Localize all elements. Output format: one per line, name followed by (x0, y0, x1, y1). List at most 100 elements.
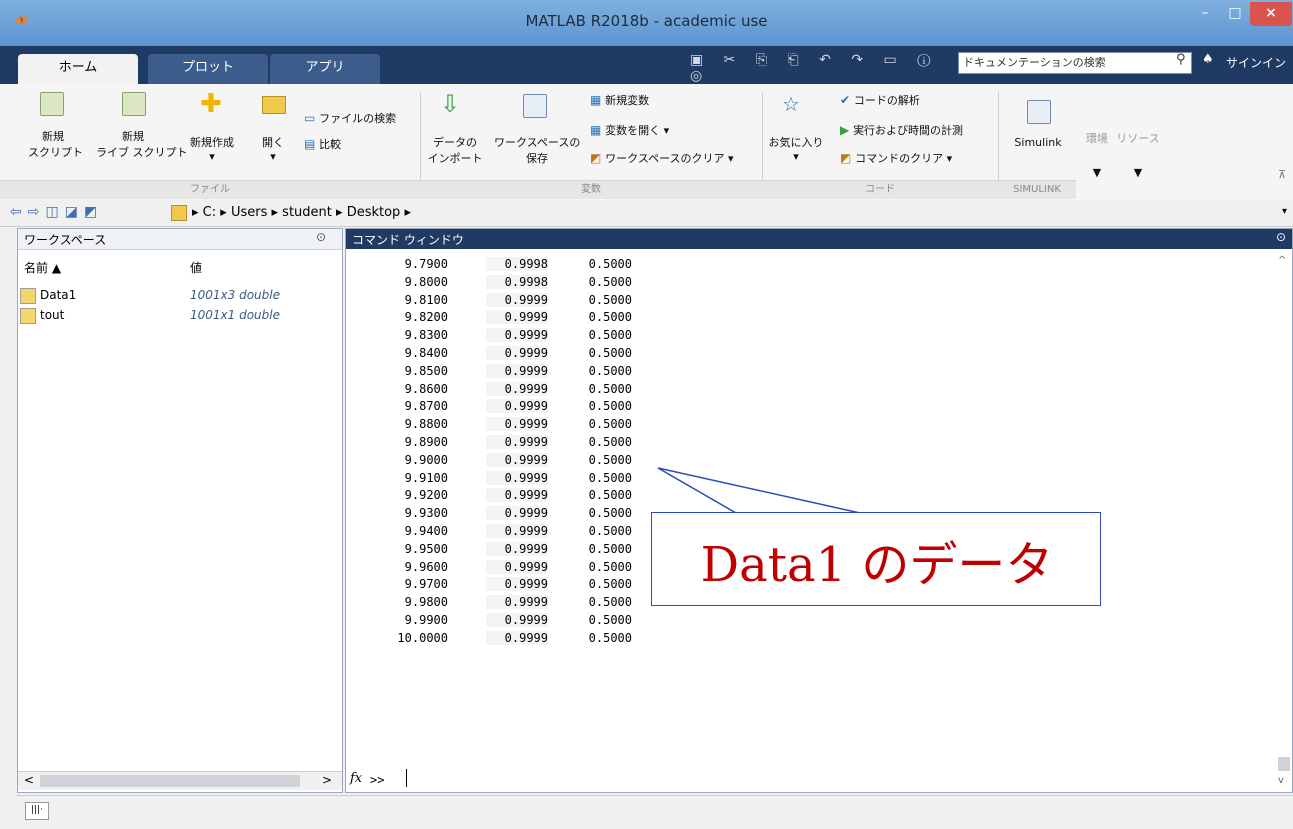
run-and-time-button[interactable]: ▶ 実行および時間の計測 (840, 122, 963, 138)
output-cell: 0.9999 (486, 630, 548, 645)
environment-button[interactable]: 環境 ▼ (1080, 130, 1114, 179)
browse-folder-icon[interactable]: ◪ (65, 204, 84, 220)
output-cell: 0.5000 (588, 577, 632, 592)
output-cell: 0.9998 (486, 257, 548, 271)
output-cell: 9.9700 (404, 577, 448, 592)
clear-commands-icon: ◩ (840, 151, 852, 165)
output-cell: 9.9000 (404, 452, 448, 467)
column-header-value[interactable]: 値 (190, 259, 202, 276)
import-data-button[interactable]: データの インポート (424, 134, 486, 166)
output-cell: 0.5000 (588, 292, 632, 307)
up-folder-icon[interactable]: ◫ (45, 204, 64, 220)
panel-menu-icon[interactable]: ⊙ (316, 230, 326, 244)
output-row: 9.8400 0.9999 0.5000 (346, 346, 646, 364)
status-bar-icon[interactable]: |||· (25, 802, 49, 820)
sign-in-link[interactable]: サインイン (1226, 54, 1292, 71)
output-cell: 0.5000 (588, 310, 632, 325)
breadcrumb-item[interactable]: student (282, 205, 332, 220)
tab-home[interactable]: ホーム (18, 54, 138, 84)
callout-text: Data1 のデータ (700, 537, 1054, 593)
scroll-right-icon[interactable]: > (322, 773, 332, 787)
output-cell: 9.8900 (404, 435, 448, 449)
breadcrumb-item[interactable]: Desktop (347, 205, 401, 220)
output-row: 9.9600 0.9999 0.5000 (346, 559, 646, 578)
output-row: 9.9100 0.9999 0.5000 (346, 470, 646, 489)
command-window-title: コマンド ウィンドウ (352, 233, 464, 247)
import-data-icon: ⇩ (440, 90, 461, 118)
find-files-button[interactable]: ▭ ファイルの検索 (304, 110, 414, 126)
open-button[interactable]: 開く ▾ (256, 134, 290, 163)
variable-name: Data1 (40, 288, 77, 302)
resources-button[interactable]: リソース ▼ (1116, 130, 1160, 179)
scroll-left-icon[interactable]: < (24, 773, 34, 787)
output-cell: 0.9999 (486, 328, 548, 343)
output-cell: 0.9999 (486, 399, 548, 414)
back-icon[interactable]: ⇦ (10, 204, 28, 220)
tab-apps[interactable]: アプリ (270, 54, 380, 84)
output-row: 9.8500 0.9999 0.5000 (346, 363, 646, 382)
analyze-code-button[interactable]: ✔ コードの解析 (840, 92, 920, 108)
workspace-row[interactable]: Data1 1001x3 double (18, 287, 342, 305)
new-variable-button[interactable]: ▦ 新規変数 (590, 92, 649, 108)
output-cell: 0.9999 (486, 524, 548, 538)
compare-icon: ▤ (304, 137, 316, 151)
scroll-down-icon[interactable]: v (1278, 775, 1284, 786)
callout-box: Data1 のデータ (651, 512, 1101, 606)
search-icon[interactable]: ⚲ (1176, 52, 1186, 67)
forward-icon[interactable]: ⇨ (28, 204, 46, 220)
documentation-search-input[interactable]: ドキュメンテーションの検索 (958, 52, 1192, 74)
output-cell: 9.9300 (404, 506, 448, 521)
panel-menu-icon[interactable]: ⊙ (1276, 230, 1286, 244)
output-cell: 0.9998 (486, 274, 548, 289)
output-cell: 0.5000 (588, 435, 632, 449)
output-cell: 10.0000 (397, 630, 448, 645)
workspace-title: ワークスペース (24, 233, 107, 247)
maximize-button[interactable]: □ (1220, 2, 1250, 26)
callout-pointer (657, 467, 861, 514)
favorites-button[interactable]: お気に入り ▾ (764, 134, 828, 163)
command-window-header: コマンド ウィンドウ ⊙ (346, 229, 1292, 249)
plus-icon: ✚ (200, 89, 222, 119)
output-cell: 9.8000 (404, 274, 448, 289)
function-browser-icon[interactable]: fx (350, 771, 362, 786)
horizontal-scrollbar[interactable]: < > (18, 771, 342, 790)
compare-button[interactable]: ▤ 比較 (304, 136, 384, 152)
minimize-button[interactable]: – (1190, 2, 1220, 26)
new-button[interactable]: 新規作成 ▾ (184, 134, 240, 163)
close-button[interactable]: × (1250, 2, 1292, 26)
tab-plots[interactable]: プロット (148, 54, 268, 84)
output-cell: 0.5000 (588, 399, 632, 414)
output-cell: 0.5000 (588, 559, 632, 574)
scroll-thumb[interactable] (40, 775, 300, 787)
collapse-ribbon-icon[interactable]: ⊼ (1278, 168, 1286, 181)
open-variable-button[interactable]: ▦ 変数を開く ▾ (590, 122, 669, 138)
path-dropdown-icon[interactable]: ▾ (1282, 206, 1287, 217)
output-row: 9.8100 0.9999 0.5000 (346, 292, 646, 311)
matrix-icon (20, 308, 36, 324)
new-live-script-button[interactable]: 新規 ライブ スクリプト (96, 128, 188, 160)
simulink-button[interactable]: Simulink (1002, 136, 1074, 149)
simulink-group-label: SIMULINK (998, 180, 1076, 199)
breadcrumb[interactable]: ▸ C: ▸ Users ▸ student ▸ Desktop ▸ (192, 205, 411, 220)
workspace-panel: ワークスペース ⊙ 名前 ▲ 値 Data1 1001x3 double tou… (17, 228, 343, 793)
notification-bell-icon[interactable]: ♠ (1202, 52, 1214, 67)
nav-buttons[interactable]: ⇦⇨◫◪◩ (10, 204, 103, 220)
new-script-button[interactable]: 新規 スクリプト (28, 128, 83, 160)
clear-commands-button[interactable]: ◩ コマンドのクリア ▾ (840, 150, 952, 166)
quick-access-toolbar[interactable]: ▣ ✂ ⎘ ⎗ ↶ ↷ ▭ ⓘ ◎ (690, 52, 950, 84)
scroll-up-icon[interactable]: ^ (1278, 255, 1286, 266)
breadcrumb-item[interactable]: C: (203, 205, 216, 220)
breadcrumb-item[interactable]: Users (231, 205, 267, 220)
output-cell: 0.9999 (486, 506, 548, 521)
vertical-scroll-thumb[interactable] (1278, 757, 1290, 771)
output-row: 9.9800 0.9999 0.5000 (346, 595, 646, 613)
title-bar: MATLAB R2018b - academic use – □ × (0, 0, 1293, 46)
new-live-script-icon (122, 92, 146, 116)
save-workspace-button[interactable]: ワークスペースの 保存 (494, 134, 580, 166)
workspace-row[interactable]: tout 1001x1 double (18, 307, 342, 325)
output-cell: 0.5000 (588, 470, 632, 485)
simulink-icon (1027, 100, 1051, 124)
clear-workspace-button[interactable]: ◩ ワークスペースのクリア ▾ (590, 150, 734, 166)
search-folder-icon[interactable]: ◩ (84, 204, 103, 220)
column-header-name[interactable]: 名前 ▲ (24, 259, 61, 276)
